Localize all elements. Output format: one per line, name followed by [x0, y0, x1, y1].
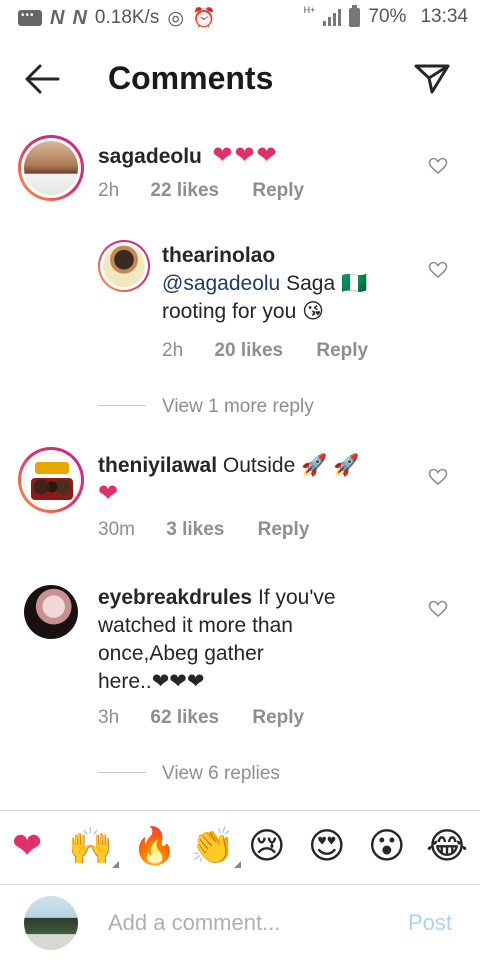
- avatar: [24, 896, 78, 950]
- clapping-emoji-button[interactable]: 👏: [190, 822, 241, 872]
- divider: [0, 810, 480, 811]
- avatar: [24, 141, 78, 195]
- comment-username[interactable]: sagadeolu: [98, 145, 202, 168]
- comment-input[interactable]: Add a comment...: [108, 910, 280, 936]
- avatar-ring[interactable]: [18, 447, 84, 513]
- comment-meta: 2h 20 likes Reply: [162, 340, 368, 362]
- likes-count[interactable]: 3 likes: [166, 519, 224, 540]
- raised-hands-emoji-button[interactable]: 🙌: [68, 822, 119, 872]
- surprised-emoji-button[interactable]: 😮: [368, 822, 406, 872]
- status-bar: N N 0.18K/s ◎ ⏰ H+ 70% 13:34: [0, 0, 480, 38]
- like-heart-icon[interactable]: [428, 157, 448, 175]
- laughing-emoji-button[interactable]: 😂: [426, 822, 468, 872]
- avatar-ring[interactable]: [18, 135, 84, 201]
- reply-button[interactable]: Reply: [252, 180, 304, 201]
- network-type: H+: [303, 5, 316, 15]
- message-notification-icon: [18, 10, 42, 26]
- comment-text: If you've: [257, 586, 336, 609]
- likes-count[interactable]: 20 likes: [214, 340, 283, 361]
- avatar-ring[interactable]: [98, 240, 150, 292]
- crying-emoji-button[interactable]: 😢: [248, 822, 286, 872]
- network-speed: 0.18K/s: [94, 7, 160, 28]
- avatar: [24, 453, 80, 509]
- likes-count[interactable]: 62 likes: [150, 707, 219, 728]
- comment-body: sagadeolu ❤❤❤: [98, 142, 279, 170]
- reply-button[interactable]: Reply: [316, 340, 368, 361]
- comment-meta: 2h 22 likes Reply: [98, 180, 304, 202]
- avatar[interactable]: [24, 585, 78, 639]
- clock: 13:34: [420, 6, 468, 27]
- comment-username[interactable]: eyebreakdrules: [98, 586, 252, 609]
- signal-icon: [323, 8, 342, 26]
- notification-badge: N: [72, 6, 87, 29]
- view-more-replies[interactable]: View 6 replies: [162, 763, 280, 785]
- battery-icon: [349, 4, 361, 27]
- comment-text: rooting for you 😘: [162, 300, 324, 323]
- like-heart-icon[interactable]: [428, 261, 448, 279]
- mention-link[interactable]: @sagadeolu: [162, 272, 280, 295]
- divider: [98, 772, 146, 773]
- comment-time: 2h: [98, 180, 120, 201]
- reply-body: thearinolao @sagadeolu Saga 🇳🇬 rooting f…: [162, 244, 412, 326]
- page-title: Comments: [108, 60, 274, 96]
- comment-meta: 30m 3 likes Reply: [98, 519, 309, 541]
- comment-body: eyebreakdrules If you've watched it more…: [98, 584, 418, 696]
- like-heart-icon[interactable]: [428, 468, 448, 486]
- post-button[interactable]: Post: [408, 910, 452, 936]
- notification-badge: N: [50, 6, 65, 29]
- view-more-replies[interactable]: View 1 more reply: [162, 396, 314, 418]
- heart-emoji-button[interactable]: ❤: [12, 822, 42, 872]
- comment-text: here..❤❤❤: [98, 670, 205, 693]
- paper-plane-icon[interactable]: [412, 60, 452, 96]
- emoji-quick-bar: ❤ 🙌 🔥 👏 😢 😍 😮 😂: [0, 822, 480, 878]
- divider: [98, 405, 146, 406]
- like-heart-icon[interactable]: [428, 600, 448, 618]
- comment-username[interactable]: theniyilawal: [98, 454, 217, 477]
- hotspot-icon: ◎: [167, 7, 184, 29]
- comment-username[interactable]: thearinolao: [162, 244, 412, 268]
- comment-meta: 3h 62 likes Reply: [98, 707, 304, 729]
- avatar: [103, 245, 145, 287]
- comment-text: watched it more than: [98, 614, 293, 637]
- heart-eyes-emoji-button[interactable]: 😍: [308, 822, 346, 872]
- alarm-icon: ⏰: [191, 8, 216, 29]
- comment-time: 2h: [162, 340, 184, 361]
- comment-text: ❤: [98, 480, 119, 507]
- battery-level: 70%: [368, 6, 407, 27]
- reply-button[interactable]: Reply: [258, 519, 310, 540]
- comment-text: Outside 🚀 🚀: [222, 454, 360, 477]
- comment-text: Saga 🇳🇬: [286, 272, 368, 295]
- divider: [0, 884, 480, 885]
- arrow-left-icon[interactable]: [22, 62, 62, 96]
- comment-body: theniyilawal Outside 🚀 🚀 ❤: [98, 452, 418, 508]
- comment-time: 30m: [98, 519, 135, 540]
- comment-text: ❤❤❤: [212, 142, 279, 169]
- likes-count[interactable]: 22 likes: [150, 180, 219, 201]
- comment-time: 3h: [98, 707, 120, 728]
- comment-text: once,Abeg gather: [98, 642, 264, 665]
- fire-emoji-button[interactable]: 🔥: [132, 822, 177, 872]
- reply-button[interactable]: Reply: [252, 707, 304, 728]
